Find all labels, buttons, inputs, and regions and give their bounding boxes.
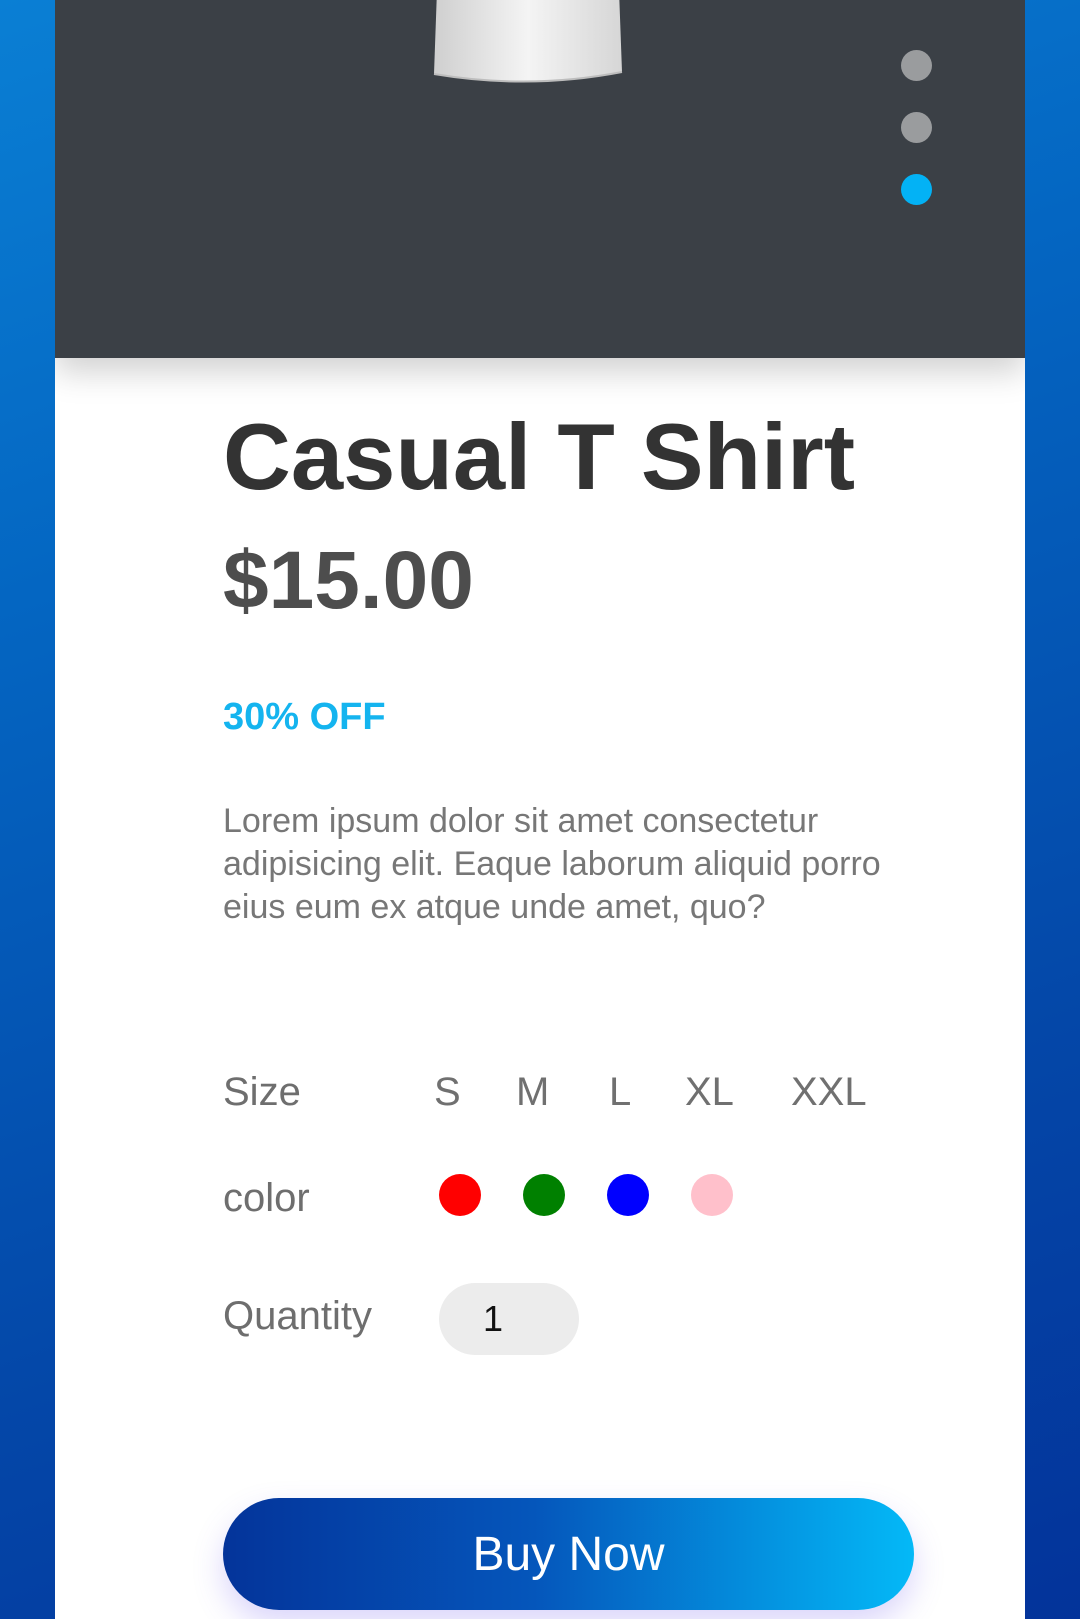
product-card: Casual T Shirt $15.00 30% OFF Lorem ipsu… — [55, 0, 1025, 1619]
product-price: $15.00 — [223, 535, 474, 626]
quantity-label: Quantity — [223, 1294, 372, 1338]
color-swatch-red[interactable] — [439, 1174, 481, 1216]
color-label: color — [223, 1176, 310, 1220]
size-option-s[interactable]: S — [434, 1072, 461, 1112]
carousel-indicators — [901, 50, 933, 236]
size-option-m[interactable]: M — [516, 1072, 549, 1112]
quantity-input[interactable] — [439, 1283, 579, 1355]
color-swatch-pink[interactable] — [691, 1174, 733, 1216]
product-image-carousel — [55, 0, 1025, 358]
t-shirt-image — [433, 0, 623, 83]
color-swatch-green[interactable] — [523, 1174, 565, 1216]
size-label: Size — [223, 1070, 301, 1114]
buy-now-button[interactable]: Buy Now — [223, 1498, 914, 1610]
carousel-dot-1[interactable] — [901, 50, 932, 81]
product-title: Casual T Shirt — [223, 404, 856, 509]
carousel-dot-3[interactable] — [901, 174, 932, 205]
carousel-dot-2[interactable] — [901, 112, 932, 143]
color-options — [439, 1174, 739, 1218]
discount-badge: 30% OFF — [223, 696, 386, 738]
size-options: S M L XL XXL — [434, 1072, 874, 1116]
product-description: Lorem ipsum dolor sit amet consectetur a… — [223, 802, 881, 926]
size-option-xxl[interactable]: XXL — [791, 1072, 867, 1112]
size-option-l[interactable]: L — [609, 1072, 631, 1112]
size-option-xl[interactable]: XL — [685, 1072, 734, 1112]
color-swatch-blue[interactable] — [607, 1174, 649, 1216]
